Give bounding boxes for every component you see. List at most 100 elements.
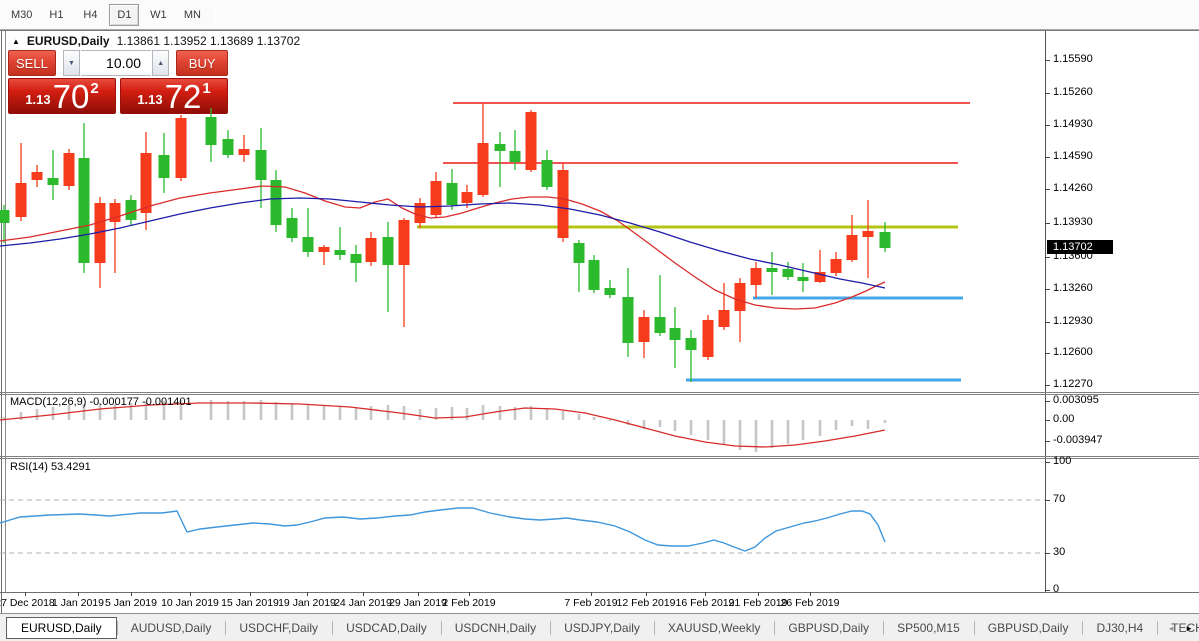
candle-body xyxy=(623,297,634,343)
price-axis-label: 1.12930 xyxy=(1053,315,1093,327)
price-axis-label-tick xyxy=(1045,125,1050,126)
candle-body xyxy=(399,220,410,265)
timeframe-button-h4[interactable]: H4 xyxy=(75,4,105,26)
date-axis-tick xyxy=(469,592,470,596)
rsi-pane-canvas[interactable] xyxy=(0,459,1045,592)
chart-tab-gbpusd-daily[interactable]: GBPUSD,Daily xyxy=(774,617,883,639)
date-axis-tick xyxy=(307,592,308,596)
macd-axis-label-tick xyxy=(1045,401,1050,402)
chart-tab-usdchf-daily[interactable]: USDCHF,Daily xyxy=(225,617,332,639)
candle-body xyxy=(686,338,697,350)
timeframe-button-h1[interactable]: H1 xyxy=(41,4,71,26)
chart-tab-usdjpy-daily[interactable]: USDJPY,Daily xyxy=(550,617,654,639)
chart-tab-xauusd-weekly[interactable]: XAUUSD,Weekly xyxy=(654,617,774,639)
candle-body xyxy=(303,237,314,252)
chart-tabbar: EURUSD,DailyAUDUSD,DailyUSDCHF,DailyUSDC… xyxy=(0,613,1199,641)
rsi-axis-label: 30 xyxy=(1053,546,1065,558)
candle-body xyxy=(703,320,714,357)
timeframe-button-d1[interactable]: D1 xyxy=(109,4,139,26)
price-axis-label-tick xyxy=(1045,93,1050,94)
candle-body xyxy=(670,328,681,340)
current-price-tag: 1.13702 xyxy=(1047,240,1113,254)
candle-body xyxy=(510,151,521,162)
chart-tab-eurusd-daily[interactable]: EURUSD,Daily xyxy=(6,617,117,639)
candle-body xyxy=(351,254,362,263)
candle-body xyxy=(335,250,346,255)
candle-body xyxy=(831,259,842,273)
date-axis-tick xyxy=(810,592,811,596)
price-axis-label: 1.13930 xyxy=(1053,216,1093,228)
candle-body xyxy=(176,118,187,178)
timeframe-button-w1[interactable]: W1 xyxy=(143,4,173,26)
candle-body xyxy=(783,269,794,277)
date-axis-label: 15 Jan 2019 xyxy=(221,597,279,609)
candle-body xyxy=(478,143,489,195)
candle-body xyxy=(32,172,43,180)
tabs-scroll-left-icon[interactable]: ◄ xyxy=(1167,624,1175,633)
tabs-scroll-right-icon[interactable]: ► xyxy=(1185,624,1193,633)
date-axis-label: 1 Jan 2019 xyxy=(52,597,104,609)
main-chart-canvas[interactable] xyxy=(0,31,1045,392)
price-axis-label: 1.15260 xyxy=(1053,86,1093,98)
timeframe-toolbar: M30H1H4D1W1MN xyxy=(0,0,1199,30)
date-axis-label: 19 Jan 2019 xyxy=(278,597,336,609)
date-axis-label: 2 Feb 2019 xyxy=(442,597,495,609)
chart-tab-gbpusd-daily[interactable]: GBPUSD,Daily xyxy=(974,617,1083,639)
rsi-axis-label-tick xyxy=(1045,590,1050,591)
candle-body xyxy=(495,144,506,151)
price-axis-label: 1.12270 xyxy=(1053,378,1093,390)
price-axis-label-tick xyxy=(1045,60,1050,61)
chart-tab-usdcad-daily[interactable]: USDCAD,Daily xyxy=(332,617,441,639)
macd-axis-label: -0.003947 xyxy=(1053,434,1103,446)
date-axis-label: 16 Feb 2019 xyxy=(676,597,735,609)
rsi-axis-label: 100 xyxy=(1053,455,1071,467)
timeframe-button-mn[interactable]: MN xyxy=(177,4,207,26)
candle-body xyxy=(447,183,458,205)
rsi-axis-label: 70 xyxy=(1053,493,1065,505)
candle-body xyxy=(605,288,616,295)
macd-axis-label: 0.00 xyxy=(1053,413,1074,425)
candle-body xyxy=(751,268,762,285)
candle-body xyxy=(526,112,537,170)
candle-body xyxy=(159,155,170,178)
candle-body xyxy=(126,200,137,220)
date-axis-tick xyxy=(190,592,191,596)
candle-body xyxy=(16,183,27,217)
candle-body xyxy=(0,210,10,223)
date-axis-tick xyxy=(646,592,647,596)
candle-body xyxy=(798,277,809,281)
date-axis-label: 24 Jan 2019 xyxy=(334,597,392,609)
chart-tab-audusd-daily[interactable]: AUDUSD,Daily xyxy=(117,617,226,639)
price-axis-label-tick xyxy=(1045,322,1050,323)
candle-body xyxy=(880,232,891,248)
price-axis-label-tick xyxy=(1045,223,1050,224)
candle-body xyxy=(735,283,746,311)
chart-tab-dj30-h4[interactable]: DJ30,H4 xyxy=(1082,617,1157,639)
date-axis-label: 27 Dec 2018 xyxy=(0,597,55,609)
candle-body xyxy=(574,243,585,263)
candle-body xyxy=(589,260,600,290)
macd-axis-label-tick xyxy=(1045,441,1050,442)
date-axis-tick xyxy=(758,592,759,596)
candle-body xyxy=(431,181,442,215)
candle-body xyxy=(206,117,217,145)
candle-body xyxy=(415,203,426,223)
date-axis-tick xyxy=(78,592,79,596)
candle-body xyxy=(719,310,730,327)
date-axis-tick xyxy=(591,592,592,596)
candle-body xyxy=(558,170,569,238)
timeframe-button-m30[interactable]: M30 xyxy=(6,4,37,26)
macd-axis-label: 0.003095 xyxy=(1053,394,1099,406)
price-axis-label: 1.14930 xyxy=(1053,118,1093,130)
rsi-axis-label-tick xyxy=(1045,462,1050,463)
chart-tab-usdcnh-daily[interactable]: USDCNH,Daily xyxy=(441,617,550,639)
candle-body xyxy=(542,160,553,187)
candle-body xyxy=(48,178,59,185)
chart-tab-sp500-m15[interactable]: SP500,M15 xyxy=(883,617,974,639)
candle-body xyxy=(655,317,666,333)
rsi-line xyxy=(0,508,885,551)
candle-body xyxy=(639,317,650,342)
candle-body xyxy=(79,158,90,263)
candle-body xyxy=(319,247,330,252)
price-axis-label: 1.14590 xyxy=(1053,150,1093,162)
